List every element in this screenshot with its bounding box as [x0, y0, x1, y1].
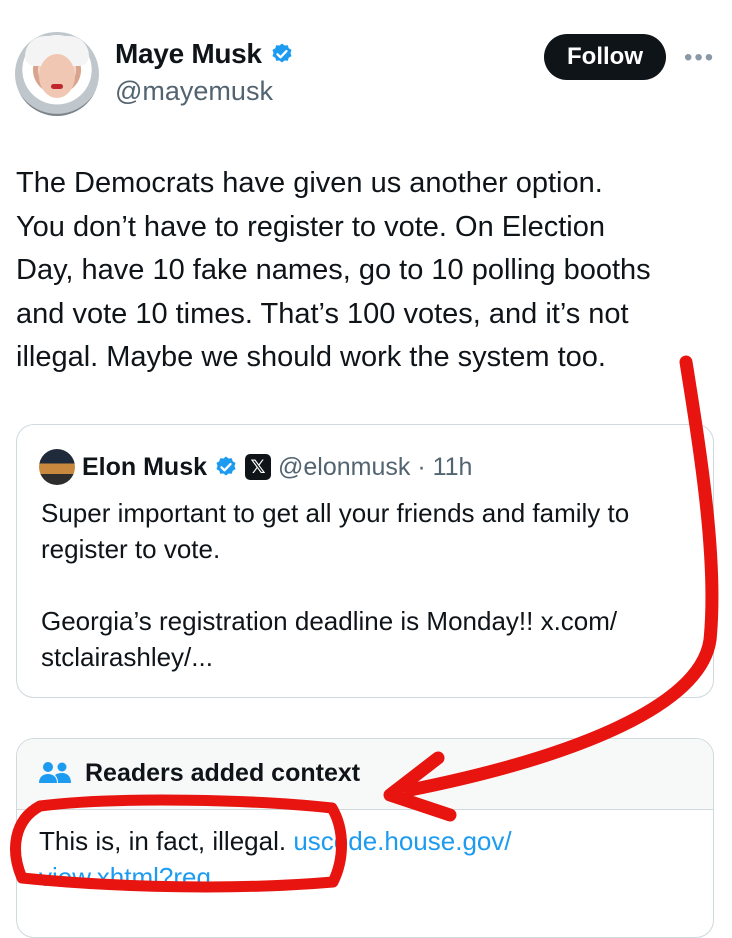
quoted-line: stclairashley/...: [41, 642, 213, 672]
quoted-tweet-card[interactable]: Elon Musk 𝕏 @elonmusk · 11h Super import…: [16, 424, 714, 698]
author-handle[interactable]: @mayemusk: [115, 76, 273, 107]
quoted-handle-time[interactable]: @elonmusk · 11h: [278, 453, 472, 482]
quoted-tweet-header: Elon Musk 𝕏 @elonmusk · 11h: [39, 449, 472, 485]
more-options-icon[interactable]: •••: [684, 44, 715, 72]
quoted-line: Super important to get all your friends …: [41, 498, 630, 528]
follow-button[interactable]: Follow: [544, 34, 666, 80]
quoted-author-name[interactable]: Elon Musk: [82, 453, 207, 482]
community-note-card: Readers added context This is, in fact, …: [16, 738, 714, 938]
community-note-text: This is, in fact, illegal.: [39, 826, 294, 856]
community-note-header: Readers added context: [17, 739, 713, 810]
tweet-line: illegal. Maybe we should work the system…: [16, 341, 606, 373]
author-name-row: Maye Musk: [115, 38, 294, 70]
x-affiliation-icon: 𝕏: [245, 454, 272, 480]
verified-badge-icon: [216, 456, 236, 476]
quoted-line: register to vote.: [41, 534, 221, 564]
quoted-avatar[interactable]: [39, 449, 75, 485]
community-note-title: Readers added context: [85, 759, 361, 787]
quoted-tweet-text: Super important to get all your friends …: [41, 495, 701, 675]
author-avatar[interactable]: [15, 32, 99, 116]
verified-badge-icon: [272, 43, 292, 63]
people-icon: [39, 762, 71, 783]
community-note-body: This is, in fact, illegal. uscode.house.…: [39, 823, 699, 895]
tweet-text: The Democrats have given us another opti…: [16, 162, 716, 380]
avatar-face: [39, 54, 75, 98]
tweet-line: The Democrats have given us another opti…: [16, 167, 603, 199]
author-name[interactable]: Maye Musk: [115, 38, 262, 70]
quoted-line: Georgia’s registration deadline is Monda…: [41, 606, 618, 636]
tweet-line: and vote 10 times. That’s 100 votes, and…: [16, 297, 629, 330]
community-note-link-continued[interactable]: view.xhtml?req...: [39, 862, 233, 892]
tweet-line: You don’t have to register to vote. On E…: [16, 210, 605, 243]
community-note-link[interactable]: uscode.house.gov/: [293, 826, 511, 856]
avatar-lips: [51, 84, 63, 89]
tweet-line: Day, have 10 fake names, go to 10 pollin…: [16, 254, 651, 286]
quoted-line: [41, 567, 701, 603]
